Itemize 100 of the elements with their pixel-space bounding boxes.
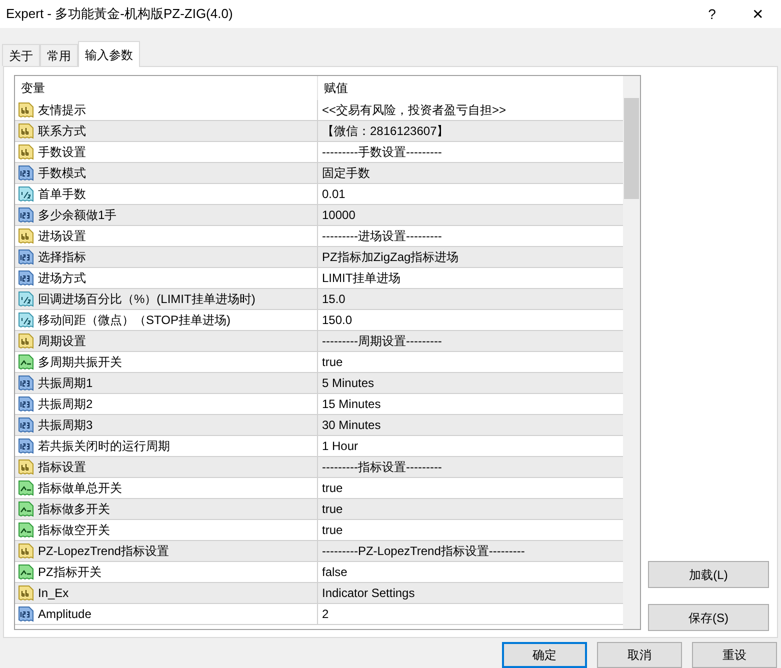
parameter-name: 进场方式 [38, 270, 86, 287]
parameter-value: 1 Hour [322, 438, 358, 455]
string-type-icon [18, 102, 34, 118]
bool-type-icon [18, 480, 34, 496]
table-row[interactable]: 周期设置 ---------周期设置--------- [15, 331, 623, 352]
parameter-value: 30 Minutes [322, 417, 381, 434]
dialog-button[interactable]: 确定 [502, 642, 587, 668]
table-row[interactable]: 共振周期2 15 Minutes [15, 394, 623, 415]
table-row[interactable]: 共振周期3 30 Minutes [15, 415, 623, 436]
table-row[interactable]: 首单手数 0.01 [15, 184, 623, 205]
parameter-value: 5 Minutes [322, 375, 374, 392]
parameter-name: Amplitude [38, 606, 92, 623]
parameter-name: PZ指标开关 [38, 564, 102, 581]
table-row[interactable]: 多周期共振开关 true [15, 352, 623, 373]
tab[interactable]: 输入参数 [78, 41, 140, 67]
table-row[interactable]: Amplitude 2 [15, 604, 623, 625]
integer-type-icon [18, 165, 34, 181]
integer-type-icon [18, 207, 34, 223]
table-row[interactable]: 手数模式 固定手数 [15, 163, 623, 184]
parameter-name: 共振周期3 [38, 417, 93, 434]
dialog-button[interactable]: 取消 [597, 642, 682, 668]
table-row[interactable]: In_Ex Indicator Settings [15, 583, 623, 604]
parameter-name: 选择指标 [38, 249, 86, 266]
parameter-name: 共振周期1 [38, 375, 93, 392]
parameter-value: ---------周期设置--------- [322, 333, 442, 350]
parameter-value: 2 [322, 606, 329, 623]
table-row[interactable]: 手数设置 ---------手数设置--------- [15, 142, 623, 163]
table-row[interactable]: 进场设置 ---------进场设置--------- [15, 226, 623, 247]
double-type-icon [18, 186, 34, 202]
bool-type-icon [18, 354, 34, 370]
table-row[interactable]: 选择指标 PZ指标加ZigZag指标进场 [15, 247, 623, 268]
parameter-name: 指标设置 [38, 459, 86, 476]
table-row[interactable]: 共振周期1 5 Minutes [15, 373, 623, 394]
table-row[interactable]: 指标设置 ---------指标设置--------- [15, 457, 623, 478]
table-row[interactable]: 移动间距（微点）（STOP挂单进场) 150.0 [15, 310, 623, 331]
parameter-name: 联系方式 [38, 123, 86, 140]
table-row[interactable]: 回调进场百分比（%）(LIMIT挂单进场时) 15.0 [15, 289, 623, 310]
string-type-icon [18, 228, 34, 244]
table-row[interactable]: 联系方式 【微信：2816123607】 [15, 121, 623, 142]
parameter-name: 进场设置 [38, 228, 86, 245]
parameter-value: ---------PZ-LopezTrend指标设置--------- [322, 543, 525, 560]
parameter-name: 周期设置 [38, 333, 86, 350]
string-type-icon [18, 459, 34, 475]
parameter-name: 若共振关闭时的运行周期 [38, 438, 170, 455]
double-type-icon [18, 291, 34, 307]
bool-type-icon [18, 564, 34, 580]
parameter-value: 10000 [322, 207, 356, 224]
parameter-name: 多周期共振开关 [38, 354, 122, 371]
string-type-icon [18, 543, 34, 559]
parameter-name: 指标做单总开关 [38, 480, 122, 497]
side-button[interactable]: 加载(L) [648, 561, 769, 588]
string-type-icon [18, 585, 34, 601]
parameter-name: PZ-LopezTrend指标设置 [38, 543, 169, 560]
table-row[interactable]: 指标做单总开关 true [15, 478, 623, 499]
scrollbar-thumb[interactable] [624, 98, 639, 199]
parameter-name: 友情提示 [38, 102, 86, 119]
tab[interactable]: 常用 [40, 44, 78, 66]
parameter-value: <<交易有风险，投资者盈亏自担>> [322, 102, 506, 119]
tab[interactable]: 关于 [2, 44, 40, 66]
parameter-value: true [322, 522, 343, 539]
table-row[interactable]: 指标做空开关 true [15, 520, 623, 541]
table-row[interactable]: PZ指标开关 false [15, 562, 623, 583]
bool-type-icon [18, 522, 34, 538]
table-row[interactable]: 指标做多开关 true [15, 499, 623, 520]
parameter-value: 150.0 [322, 312, 352, 329]
bool-type-icon [18, 501, 34, 517]
parameter-value: ---------进场设置--------- [322, 228, 442, 245]
string-type-icon [18, 144, 34, 160]
table-row[interactable]: 多少余额做1手 10000 [15, 205, 623, 226]
help-button[interactable]: ? [689, 0, 735, 28]
parameter-name: 回调进场百分比（%）(LIMIT挂单进场时) [38, 291, 256, 308]
double-type-icon [18, 312, 34, 328]
string-type-icon [18, 333, 34, 349]
parameter-value: true [322, 480, 343, 497]
parameter-name: 多少余额做1手 [38, 207, 117, 224]
table-row[interactable]: PZ-LopezTrend指标设置 ---------PZ-LopezTrend指标设置--------- [15, 541, 623, 562]
parameter-name: 手数设置 [38, 144, 86, 161]
close-button[interactable]: ✕ [735, 0, 781, 28]
side-button[interactable]: 保存(S) [648, 604, 769, 631]
integer-type-icon [18, 270, 34, 286]
integer-type-icon [18, 606, 34, 622]
parameter-value: 0.01 [322, 186, 346, 203]
string-type-icon [18, 123, 34, 139]
integer-type-icon [18, 417, 34, 433]
parameter-value: 15.0 [322, 291, 346, 308]
table-row[interactable]: 友情提示 <<交易有风险，投资者盈亏自担>> [15, 100, 623, 121]
parameter-value: true [322, 354, 343, 371]
parameter-name: 指标做空开关 [38, 522, 110, 539]
scrollbar[interactable] [623, 76, 640, 629]
table-row[interactable]: 进场方式 LIMIT挂单进场 [15, 268, 623, 289]
dialog-button[interactable]: 重设 [692, 642, 777, 668]
parameter-name: 首单手数 [38, 186, 86, 203]
parameter-value: false [322, 564, 348, 581]
parameter-name: 共振周期2 [38, 396, 93, 413]
table-row[interactable]: 若共振关闭时的运行周期 1 Hour [15, 436, 623, 457]
window-title: Expert - 多功能黃金-机构版PZ-ZIG(4.0) [6, 5, 234, 24]
column-header[interactable]: 赋值 [318, 76, 623, 100]
parameter-value: LIMIT挂单进场 [322, 270, 401, 287]
integer-type-icon [18, 249, 34, 265]
parameter-value: 【微信：2816123607】 [322, 123, 449, 140]
